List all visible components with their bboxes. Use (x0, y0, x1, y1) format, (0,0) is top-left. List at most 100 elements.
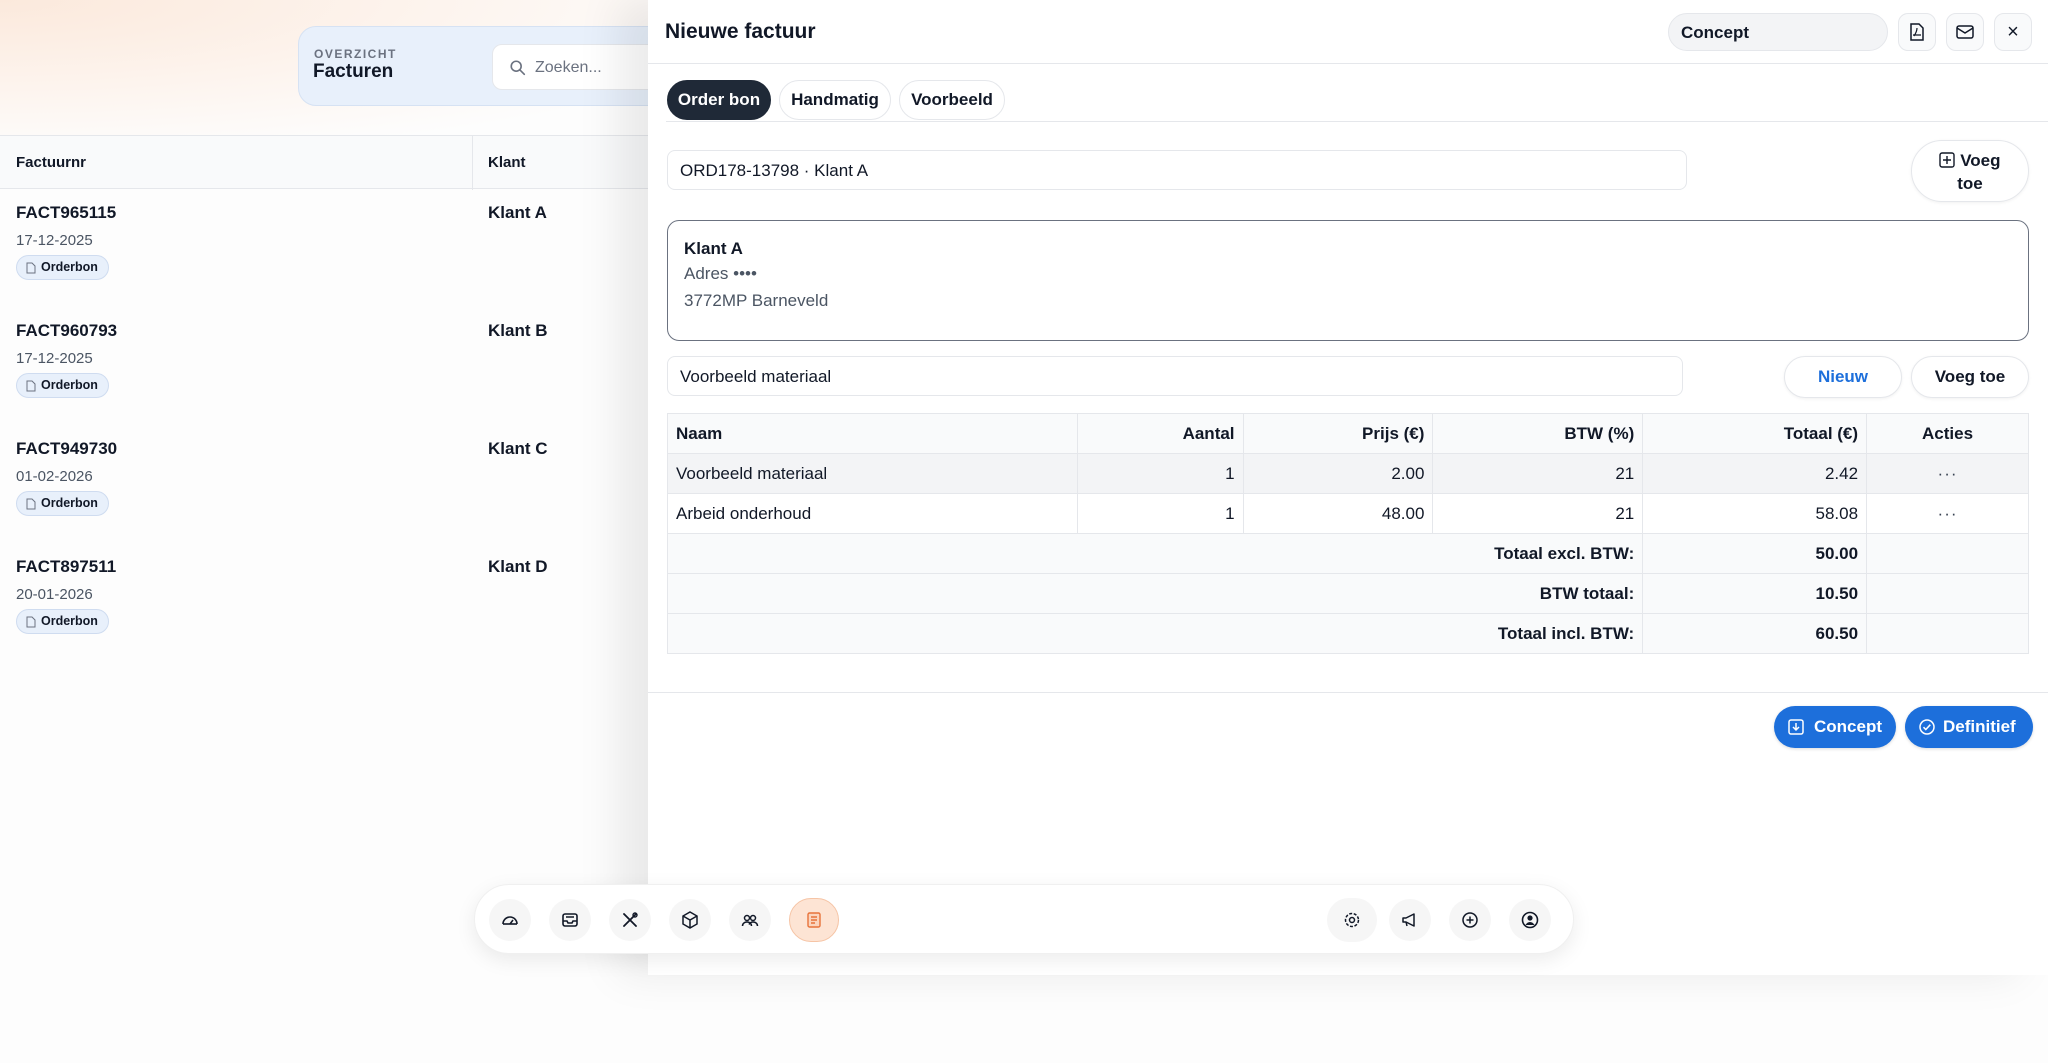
tab-voorbeeld[interactable]: Voorbeeld (899, 80, 1005, 120)
invoice-row[interactable]: FACT965115 17-12-2025 Orderbon Klant A (0, 189, 660, 307)
client-address: Adres •••• (684, 264, 757, 283)
invoice-lines-table: Naam Aantal Prijs (€) BTW (%) Totaal (€)… (666, 413, 2029, 654)
summary-label: Totaal excl. BTW: (666, 533, 1644, 574)
dock-tools[interactable] (609, 899, 651, 941)
orderbon-badge: Orderbon (16, 255, 109, 280)
summary-row-excl: Totaal excl. BTW: 50.00 (666, 533, 2029, 574)
orderbon-badge: Orderbon (16, 491, 109, 516)
header-naam: Naam (667, 413, 1078, 454)
summary-empty (1866, 613, 2029, 654)
order-select[interactable]: ORD178-13798 · Klant A (667, 150, 1687, 190)
summary-empty (1866, 533, 2029, 574)
more-actions-icon[interactable]: ··· (1938, 464, 1958, 484)
cell-total: 58.08 (1642, 493, 1868, 534)
invoice-number: FACT949730 (16, 439, 118, 458)
orderbon-badge: Orderbon (16, 609, 109, 634)
tabs-divider (666, 121, 2048, 122)
box-icon (682, 911, 698, 929)
table-header-row: Naam Aantal Prijs (€) BTW (%) Totaal (€)… (667, 413, 2029, 454)
finalize-button[interactable]: Definitief (1905, 706, 2033, 748)
cell-total: 2.42 (1642, 453, 1868, 494)
pdf-button[interactable] (1898, 13, 1936, 51)
dock-dashboard[interactable] (489, 899, 531, 941)
table-row: Voorbeeld materiaal 1 2.00 21 2.42 ··· (667, 453, 2029, 494)
invoice-date: 20-01-2026 (16, 586, 93, 603)
invoice-date: 17-12-2025 (16, 350, 93, 367)
account-icon (1521, 911, 1539, 929)
cell-price: 48.00 (1242, 493, 1434, 534)
new-item-button[interactable]: Nieuw (1784, 356, 1902, 398)
footer-divider (648, 692, 2048, 693)
dock-create[interactable] (1449, 899, 1491, 941)
settings-icon (1344, 912, 1360, 928)
header-totaal: Totaal (€) (1642, 413, 1868, 454)
cell-name: Voorbeeld materiaal (667, 453, 1078, 494)
header-btw: BTW (%) (1432, 413, 1644, 454)
invoice-row[interactable]: FACT897511 20-01-2026 Orderbon Klant D (0, 543, 660, 661)
save-concept-button[interactable]: Concept (1774, 706, 1896, 748)
invoice-date: 17-12-2025 (16, 232, 93, 249)
material-input[interactable]: Voorbeeld materiaal (667, 356, 1683, 396)
invoice-client: Klant C (488, 439, 548, 458)
dashboard-icon (502, 916, 518, 925)
email-button[interactable] (1946, 13, 1984, 51)
orderbon-badge: Orderbon (16, 373, 109, 398)
tools-icon (623, 912, 638, 927)
more-actions-icon[interactable]: ··· (1938, 504, 1958, 524)
header-aantal: Aantal (1076, 413, 1244, 454)
plus-circle-icon (1462, 912, 1478, 928)
dock-account[interactable] (1509, 899, 1551, 941)
panel-title: Nieuwe factuur (665, 20, 816, 43)
dock-settings[interactable] (1327, 898, 1377, 942)
invoice-number: FACT965115 (16, 203, 117, 222)
invoice-row[interactable]: FACT949730 01-02-2026 Orderbon Klant C (0, 425, 660, 543)
header-divider (648, 63, 2048, 64)
document-icon (26, 262, 36, 274)
invoice-icon (807, 912, 821, 928)
plus-square-icon (1939, 152, 1956, 168)
add-order-button[interactable]: Voeg toe (1911, 140, 2029, 202)
status-value: Concept (1681, 23, 1749, 42)
header-prijs: Prijs (€) (1242, 413, 1434, 454)
overview-label: OVERZICHT (314, 47, 397, 61)
client-card: Klant A Adres •••• 3772MP Barneveld (667, 220, 2029, 341)
bottom-dock (474, 884, 1574, 954)
cell-vat: 21 (1432, 493, 1644, 534)
order-value: ORD178-13798 · Klant A (680, 161, 869, 180)
document-icon (26, 498, 36, 510)
cell-qty: 1 (1076, 453, 1244, 494)
tab-handmatig[interactable]: Handmatig (779, 80, 891, 120)
mail-icon (1956, 25, 1974, 39)
header-acties: Acties (1866, 413, 2029, 454)
dock-customers[interactable] (729, 899, 771, 941)
summary-label: BTW totaal: (666, 573, 1644, 614)
pdf-icon (1910, 23, 1924, 41)
invoice-client: Klant D (488, 557, 548, 576)
dock-announcements[interactable] (1389, 899, 1431, 941)
close-button[interactable]: × (1994, 13, 2032, 51)
close-icon: × (2007, 20, 2019, 43)
document-icon (26, 616, 36, 628)
invoice-row[interactable]: FACT960793 17-12-2025 Orderbon Klant B (0, 307, 660, 425)
column-divider (472, 136, 473, 190)
dock-invoices[interactable] (789, 898, 839, 942)
dock-products[interactable] (669, 899, 711, 941)
summary-empty (1866, 573, 2029, 614)
cell-vat: 21 (1432, 453, 1644, 494)
invoice-client: Klant B (488, 321, 548, 340)
tab-order-bon[interactable]: Order bon (667, 80, 771, 120)
status-select[interactable]: Concept (1668, 13, 1888, 51)
summary-label: Totaal incl. BTW: (666, 613, 1644, 654)
dock-inbox[interactable] (549, 899, 591, 941)
search-icon (510, 60, 526, 76)
column-header-number[interactable]: Factuurnr (16, 154, 86, 171)
column-header-client[interactable]: Klant (488, 154, 526, 171)
users-icon (741, 914, 759, 927)
megaphone-icon (1402, 913, 1415, 927)
add-item-button[interactable]: Voeg toe (1911, 356, 2029, 398)
material-value: Voorbeeld materiaal (680, 367, 832, 386)
summary-value: 60.50 (1642, 613, 1868, 654)
summary-row-incl: Totaal incl. BTW: 60.50 (666, 613, 2029, 654)
summary-row-vat: BTW totaal: 10.50 (666, 573, 2029, 614)
client-city: 3772MP Barneveld (684, 291, 829, 310)
